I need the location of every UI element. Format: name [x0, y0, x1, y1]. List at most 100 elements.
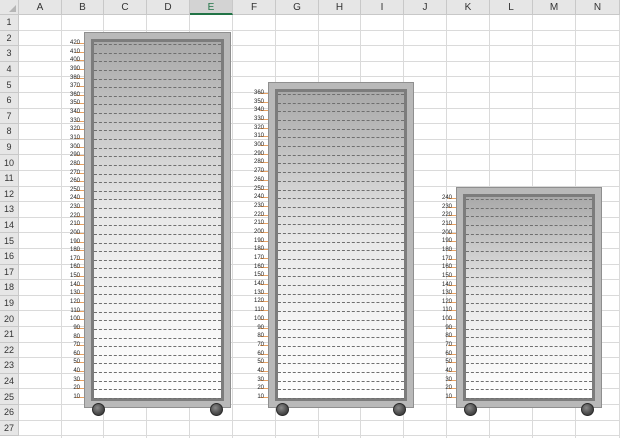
- unit-label: 30: [73, 376, 80, 383]
- row-header-25[interactable]: 25: [0, 389, 19, 405]
- rack-unit-line: [278, 189, 404, 191]
- column-header-h[interactable]: H: [319, 0, 361, 15]
- rack-unit-line: [94, 372, 221, 374]
- rack-3[interactable]: 240 230 220 210 200 190 180 170 160 150 140 130 120 1…: [442, 187, 602, 416]
- rack-unit-line: [94, 268, 221, 270]
- rack-unit-line: [278, 319, 404, 321]
- row-header-17[interactable]: 17: [0, 264, 19, 281]
- column-header-k[interactable]: K: [447, 0, 490, 15]
- rack-unit-line: [278, 302, 404, 304]
- row-header-10[interactable]: 10: [0, 155, 19, 171]
- column-header-n[interactable]: N: [576, 0, 620, 15]
- unit-label: 210: [69, 221, 80, 228]
- column-header-b[interactable]: B: [62, 0, 104, 15]
- row-header-9[interactable]: 9: [0, 139, 19, 156]
- row-header-2[interactable]: 2: [0, 30, 19, 47]
- row-header-11[interactable]: 11: [0, 171, 19, 187]
- row-header-5[interactable]: 5: [0, 77, 19, 93]
- rack-unit-line: [278, 371, 404, 373]
- column-header-f[interactable]: F: [233, 0, 276, 15]
- row-header-12[interactable]: 12: [0, 186, 19, 203]
- unit-label: 250: [253, 185, 264, 192]
- row-header-21[interactable]: 21: [0, 327, 19, 343]
- unit-label: 60: [257, 350, 264, 357]
- rack-unit-line: [466, 372, 592, 374]
- column-header-l[interactable]: L: [490, 0, 533, 15]
- unit-label: 210: [253, 220, 264, 227]
- row-header-3[interactable]: 3: [0, 46, 19, 62]
- row-header-8[interactable]: 8: [0, 124, 19, 140]
- unit-label: 100: [69, 316, 80, 323]
- rack-unit-line: [466, 268, 592, 270]
- rack-unit-line: [94, 69, 221, 71]
- rack-unit-line: [466, 233, 592, 235]
- rack-unit-line: [278, 224, 404, 226]
- rack-unit-line: [278, 94, 404, 95]
- unit-label: 270: [253, 168, 264, 175]
- column-header-d[interactable]: D: [147, 0, 190, 15]
- rack-unit-line: [94, 130, 221, 132]
- column-header-c[interactable]: C: [104, 0, 147, 15]
- rack-2[interactable]: 360 350 340 330 320 310 300 290 280 270 260 250 240 2…: [254, 82, 414, 416]
- rack-unit-line: [466, 276, 592, 278]
- row-header-23[interactable]: 23: [0, 358, 19, 374]
- column-header-m[interactable]: M: [533, 0, 576, 15]
- column-header-g[interactable]: G: [276, 0, 319, 15]
- unit-label: 190: [253, 237, 264, 244]
- unit-label: 300: [69, 143, 80, 150]
- unit-label: 90: [73, 324, 80, 331]
- unit-label: 30: [445, 376, 452, 383]
- unit-label: 310: [253, 133, 264, 140]
- unit-label: 120: [253, 298, 264, 305]
- unit-label: 110: [70, 307, 80, 314]
- row-header-20[interactable]: 20: [0, 311, 19, 327]
- unit-label: 180: [441, 246, 452, 253]
- column-header-i[interactable]: I: [361, 0, 404, 15]
- row-header-4[interactable]: 4: [0, 61, 19, 78]
- rack-unit-line: [94, 173, 221, 175]
- unit-label: 140: [441, 281, 452, 288]
- row-header-27[interactable]: 27: [0, 420, 19, 437]
- row-header-16[interactable]: 16: [0, 249, 19, 265]
- rack-unit-line: [94, 398, 221, 399]
- row-header-24[interactable]: 24: [0, 373, 19, 390]
- unit-label: 320: [253, 124, 264, 131]
- row-header-19[interactable]: 19: [0, 295, 19, 312]
- unit-label: 40: [73, 368, 80, 375]
- unit-label: 90: [257, 324, 264, 331]
- rack-1[interactable]: 420 410 400 390 380 370 360 350 340 330 320 310 300 2…: [70, 32, 231, 416]
- row-header-22[interactable]: 22: [0, 342, 19, 359]
- column-header-e[interactable]: E: [190, 0, 233, 15]
- rack-unit-line: [94, 104, 221, 106]
- rack-unit-line: [466, 311, 592, 313]
- row-header-6[interactable]: 6: [0, 93, 19, 109]
- rack-unit-line: [466, 242, 592, 244]
- unit-label: 220: [441, 212, 452, 219]
- row-gridline: [19, 435, 620, 437]
- row-header-15[interactable]: 15: [0, 233, 19, 249]
- rack-unit-line: [466, 250, 592, 252]
- rack-unit-line: [278, 232, 404, 234]
- unit-label: 60: [445, 350, 452, 357]
- row-header-26[interactable]: 26: [0, 405, 19, 421]
- row-header-14[interactable]: 14: [0, 217, 19, 234]
- row-header-13[interactable]: 13: [0, 202, 19, 218]
- select-all-button[interactable]: [0, 0, 19, 15]
- rack-unit-line: [278, 198, 404, 200]
- unit-label: 10: [445, 394, 452, 400]
- rack-unit-line: [94, 311, 221, 313]
- unit-label: 260: [69, 178, 80, 185]
- column-header-j[interactable]: J: [404, 0, 447, 15]
- unit-label: 80: [73, 333, 80, 340]
- row-header-18[interactable]: 18: [0, 280, 19, 296]
- column-header-a[interactable]: A: [19, 0, 62, 15]
- rack-unit-line: [94, 294, 221, 296]
- unit-label: 40: [445, 368, 452, 375]
- rack-unit-line: [278, 128, 404, 130]
- row-header-7[interactable]: 7: [0, 108, 19, 125]
- rack-unit-line: [466, 354, 592, 356]
- rack-unit-line: [278, 285, 404, 287]
- row-header-1[interactable]: 1: [0, 15, 19, 31]
- rack-unit-line: [94, 328, 221, 330]
- unit-label: 120: [441, 298, 452, 305]
